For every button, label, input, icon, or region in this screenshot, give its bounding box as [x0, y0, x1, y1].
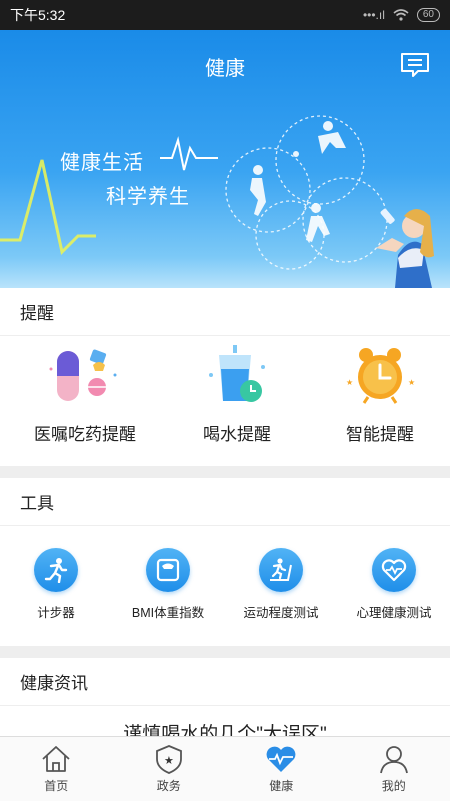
tab-home[interactable]: 首页	[0, 737, 113, 801]
tab-profile[interactable]: 我的	[338, 737, 450, 801]
health-heart-icon	[264, 743, 298, 775]
svg-text:★: ★	[408, 378, 415, 387]
alarm-clock-icon: ★ ★	[340, 345, 420, 407]
section-header-news: 健康资讯	[0, 658, 450, 706]
tool-exercise-test-label: 运动程度测试	[225, 602, 337, 621]
tab-government[interactable]: ★ 政务	[113, 737, 226, 801]
status-icons: •••.ıl 60	[363, 8, 440, 22]
health-banner: 健康 健康生活 科学养生	[0, 30, 450, 288]
page-title: 健康	[0, 52, 450, 81]
scale-icon	[146, 548, 190, 592]
tool-bmi-label: BMI体重指数	[112, 602, 224, 621]
tool-mental-health-test[interactable]: 心理健康测试	[338, 548, 450, 621]
tab-profile-label: 我的	[382, 777, 406, 794]
wifi-icon	[393, 9, 409, 21]
tab-health[interactable]: 健康	[225, 737, 338, 801]
section-title-news: 健康资讯	[20, 669, 88, 694]
reminder-medicine-label: 医嘱吃药提醒	[10, 420, 160, 445]
tool-mental-health-test-label: 心理健康测试	[338, 602, 450, 621]
reminder-smart[interactable]: ★ ★ 智能提醒	[305, 345, 450, 445]
pill-icon	[45, 345, 125, 407]
reminder-water[interactable]: 喝水提醒	[162, 345, 312, 445]
banner-text-line2: 科学养生	[106, 180, 190, 209]
tab-home-label: 首页	[44, 777, 68, 794]
reminder-water-label: 喝水提醒	[162, 420, 312, 445]
tab-health-label: 健康	[269, 777, 293, 794]
heart-pulse-icon	[372, 548, 416, 592]
signal-icon: •••.ıl	[363, 8, 385, 22]
home-icon	[39, 743, 73, 775]
treadmill-icon	[259, 548, 303, 592]
government-badge-icon: ★	[152, 743, 186, 775]
reminder-smart-label: 智能提醒	[305, 420, 450, 445]
banner-text-line1: 健康生活	[60, 146, 144, 175]
section-title-tools: 工具	[20, 489, 54, 514]
section-title-reminders: 提醒	[20, 299, 54, 324]
news-item-title[interactable]: 谨慎喝水的几个"大误区"	[0, 720, 450, 736]
section-header-reminders: 提醒	[0, 288, 450, 336]
section-header-tools: 工具	[0, 478, 450, 526]
section-divider	[0, 646, 450, 658]
running-person-icon	[34, 548, 78, 592]
tool-pedometer[interactable]: 计步器	[0, 548, 112, 621]
tool-exercise-test[interactable]: 运动程度测试	[225, 548, 337, 621]
message-icon[interactable]	[400, 52, 430, 78]
profile-icon	[377, 743, 411, 775]
tab-government-label: 政务	[157, 777, 181, 794]
water-cup-icon	[197, 345, 277, 407]
reminder-medicine[interactable]: 医嘱吃药提醒	[10, 345, 160, 445]
battery-indicator: 60	[417, 8, 440, 22]
status-bar: 下午5:32 •••.ıl 60	[0, 0, 450, 30]
svg-text:★: ★	[346, 378, 353, 387]
tool-pedometer-label: 计步器	[0, 602, 112, 621]
section-divider	[0, 466, 450, 478]
bottom-tab-bar: 首页 ★ 政务 健康 我的	[0, 736, 450, 801]
svg-text:★: ★	[164, 755, 174, 767]
tool-bmi[interactable]: BMI体重指数	[112, 548, 224, 621]
status-time: 下午5:32	[10, 5, 65, 25]
